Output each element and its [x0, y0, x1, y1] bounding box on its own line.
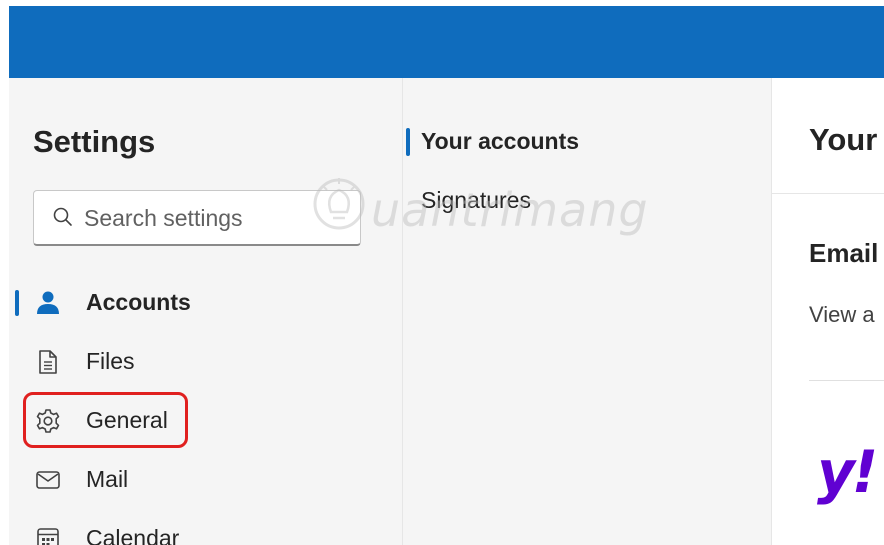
selection-indicator [406, 128, 410, 156]
search-input[interactable] [84, 203, 344, 233]
divider [772, 193, 884, 194]
settings-title: Settings [33, 124, 156, 159]
person-icon [37, 291, 59, 314]
settings-content-pane: Your Email View a y! [771, 78, 884, 545]
nav-item-label: Files [86, 348, 135, 374]
search-icon [53, 207, 72, 226]
mail-icon [36, 471, 60, 489]
nav-item-files[interactable]: Files [15, 337, 395, 387]
nav-item-label: Calendar [86, 525, 180, 545]
settings-window: Settings Accounts Files [9, 6, 884, 545]
nav-item-calendar[interactable]: Calendar [15, 514, 395, 545]
settings-subnav-pane: Your accounts Signatures [402, 78, 771, 545]
calendar-icon [37, 528, 59, 545]
app-header-bar [9, 6, 884, 78]
highlight-annotation [23, 392, 188, 448]
nav-item-accounts[interactable]: Accounts [15, 278, 395, 328]
section-heading: Email [809, 238, 879, 268]
file-icon [39, 350, 57, 374]
nav-item-label: Accounts [86, 289, 191, 315]
page-title: Your [809, 122, 878, 157]
section-description: View a [809, 302, 875, 327]
yahoo-logo: y! [817, 438, 878, 506]
divider [809, 380, 884, 381]
subnav-item-signatures[interactable]: Signatures [421, 187, 531, 214]
settings-nav-pane: Settings Accounts Files [9, 78, 402, 545]
subnav-item-your-accounts[interactable]: Your accounts [421, 128, 579, 155]
nav-item-label: Mail [86, 466, 129, 492]
selection-indicator [15, 290, 19, 316]
search-box[interactable] [33, 190, 361, 246]
nav-item-mail[interactable]: Mail [15, 455, 395, 505]
